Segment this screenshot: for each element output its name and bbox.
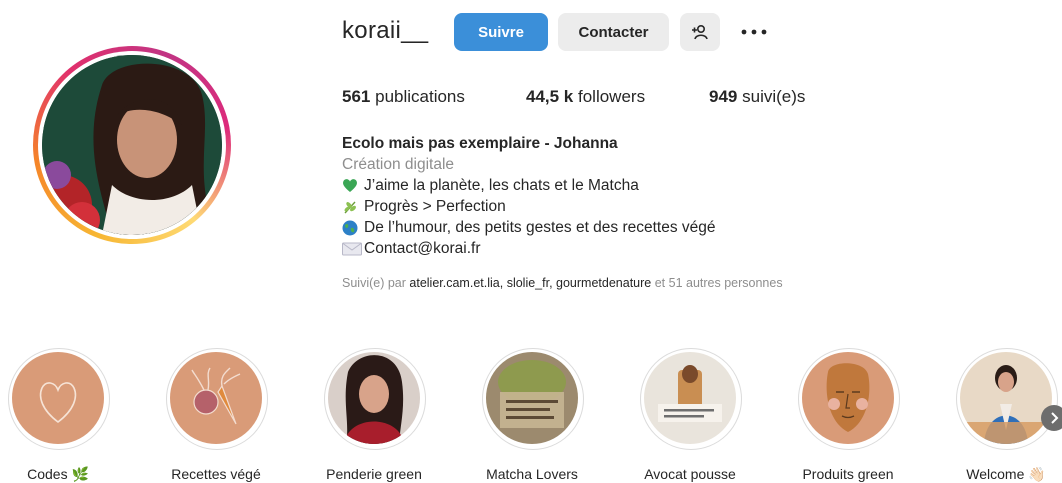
highlight-label: Codes 🌿 bbox=[27, 466, 89, 482]
followed-by-suffix: et 51 autres personnes bbox=[654, 276, 783, 290]
contact-button[interactable]: Contacter bbox=[558, 13, 669, 51]
highlight-cover-vegetables bbox=[170, 352, 262, 444]
profile-username: koraii__ bbox=[342, 17, 429, 44]
avatar-border bbox=[38, 51, 226, 239]
highlights-next-button[interactable] bbox=[1041, 405, 1062, 431]
following-count-label: suivi(e)s bbox=[742, 87, 806, 106]
bio-line: Contact@korai.fr bbox=[342, 238, 716, 259]
followed-by-account[interactable]: slolie_fr, bbox=[507, 276, 553, 290]
highlight-label: Produits green bbox=[802, 466, 894, 482]
followed-by-account[interactable]: atelier.cam.et.lia, bbox=[409, 276, 503, 290]
highlight-cover-portrait bbox=[328, 352, 420, 444]
profile-bio: Ecolo mais pas exemplaire - Johanna Créa… bbox=[342, 133, 716, 259]
bio-name: Ecolo mais pas exemplaire - Johanna bbox=[342, 135, 618, 152]
bio-line: De l’humour, des petits gestes et des re… bbox=[342, 217, 716, 238]
highlight-label: Welcome 👋🏻 bbox=[966, 466, 1046, 482]
avatar-photo bbox=[42, 55, 222, 235]
following-count-value: 949 bbox=[709, 87, 738, 106]
highlight-label: Avocat pousse bbox=[644, 466, 736, 482]
chevron-right-icon bbox=[1049, 412, 1059, 424]
bio-line: Progrès > Perfection bbox=[342, 196, 716, 217]
person-add-icon bbox=[691, 24, 709, 40]
highlight-label: Recettes végé bbox=[171, 466, 261, 482]
envelope-icon bbox=[342, 241, 362, 257]
green-heart-icon bbox=[342, 178, 358, 194]
highlight-cover-matcha bbox=[486, 352, 578, 444]
bio-line-text: De l’humour, des petits gestes et des re… bbox=[364, 219, 716, 236]
herb-icon bbox=[342, 199, 358, 215]
bio-email-link[interactable]: Contact@korai.fr bbox=[364, 238, 481, 259]
bio-line: J’aime la planète, les chats et le Match… bbox=[342, 175, 716, 196]
followed-by-account[interactable]: gourmetdenature bbox=[556, 276, 651, 290]
bio-category: Création digitale bbox=[342, 156, 455, 173]
profile-avatar[interactable] bbox=[33, 46, 231, 244]
follow-button[interactable]: Suivre bbox=[454, 13, 548, 51]
highlight-cover-avocado bbox=[644, 352, 736, 444]
bio-line-text: J’aime la planète, les chats et le Match… bbox=[364, 177, 639, 194]
highlight-label: Matcha Lovers bbox=[486, 466, 578, 482]
followers-count-label: followers bbox=[578, 87, 646, 106]
more-options-button[interactable] bbox=[730, 13, 778, 51]
followed-by-prefix: Suivi(e) par bbox=[342, 276, 406, 290]
bio-line-text: Progrès > Perfection bbox=[364, 198, 506, 215]
highlight-label: Penderie green bbox=[326, 466, 422, 482]
followed-by-text[interactable]: Suivi(e) par atelier.cam.et.lia, slolie_… bbox=[342, 276, 783, 290]
posts-count: 561 publications bbox=[342, 87, 465, 107]
suggested-accounts-button[interactable] bbox=[680, 13, 720, 51]
more-options-icon bbox=[741, 29, 767, 35]
followers-count-value: 44,5 k bbox=[526, 87, 574, 106]
followers-count[interactable]: 44,5 k followers bbox=[526, 87, 645, 107]
posts-count-value: 561 bbox=[342, 87, 371, 106]
highlight-cover-heart bbox=[12, 352, 104, 444]
highlight-cover-welcome bbox=[960, 352, 1052, 444]
highlight-cover-face bbox=[802, 352, 894, 444]
following-count[interactable]: 949 suivi(e)s bbox=[709, 87, 805, 107]
globe-icon bbox=[342, 220, 358, 236]
posts-count-label: publications bbox=[375, 87, 465, 106]
